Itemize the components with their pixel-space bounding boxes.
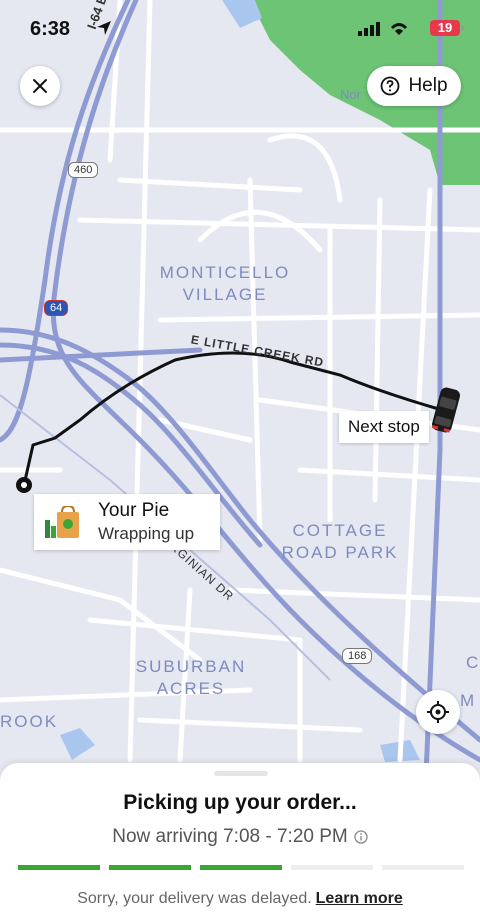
highway-shield-460: 460 — [68, 162, 99, 178]
progress-segment — [18, 865, 100, 870]
delay-text: Sorry, your delivery was delayed. — [77, 890, 312, 907]
progress-segment — [382, 865, 464, 870]
sheet-drag-handle[interactable] — [214, 771, 268, 776]
battery-indicator: 19 — [430, 20, 460, 36]
area-label-cottage-road-park: COTTAGE ROAD PARK — [281, 521, 399, 562]
help-button[interactable]: Help — [367, 66, 461, 106]
question-circle-icon — [381, 76, 400, 96]
arrival-time-row: Now arriving 7:08 - 7:20 PM — [0, 826, 480, 848]
wifi-icon — [391, 23, 407, 35]
progress-segment — [109, 865, 191, 870]
location-arrow-icon — [97, 21, 111, 35]
progress-segment — [200, 865, 282, 870]
store-name: Your Pie — [98, 500, 170, 521]
progress-segment — [291, 865, 373, 870]
crosshair-icon — [427, 701, 449, 723]
courier-next-stop-label: Next stop — [339, 411, 429, 443]
highway-shield-168: 168 — [342, 648, 373, 664]
area-label-partial: M — [460, 691, 477, 710]
grocery-bag-icon — [45, 506, 79, 538]
status-time: 6:38 — [30, 18, 71, 40]
cellular-signal-icon — [358, 22, 380, 36]
area-label-partial: Nor — [340, 87, 361, 102]
area-label-monticello: MONTICELLO VILLAGE — [159, 263, 291, 304]
order-status-title: Picking up your order... — [123, 791, 357, 814]
area-label-partial: C — [466, 653, 480, 672]
delay-notice: Sorry, your delivery was delayed. Learn m… — [0, 890, 480, 908]
status-bar: 6:38 19 — [0, 14, 480, 46]
store-card[interactable]: Your Pie Wrapping up — [34, 494, 220, 550]
area-label-suburban-acres: SUBURBAN ACRES — [135, 657, 247, 698]
close-button[interactable] — [20, 66, 60, 106]
delivery-progress-bar — [18, 865, 464, 871]
order-status-sheet[interactable]: Picking up your order... Now arriving 7:… — [0, 763, 480, 914]
store-status: Wrapping up — [98, 524, 195, 543]
learn-more-link[interactable]: Learn more — [316, 890, 403, 907]
arrival-time-text: Now arriving 7:08 - 7:20 PM — [112, 826, 348, 847]
recenter-button[interactable] — [416, 690, 460, 734]
area-label-partial: ROOK — [0, 712, 59, 731]
info-icon[interactable] — [354, 830, 368, 844]
close-icon — [33, 79, 47, 93]
help-label: Help — [408, 75, 448, 96]
highway-shield-64: 64 — [44, 300, 69, 316]
battery-tip — [461, 25, 464, 31]
